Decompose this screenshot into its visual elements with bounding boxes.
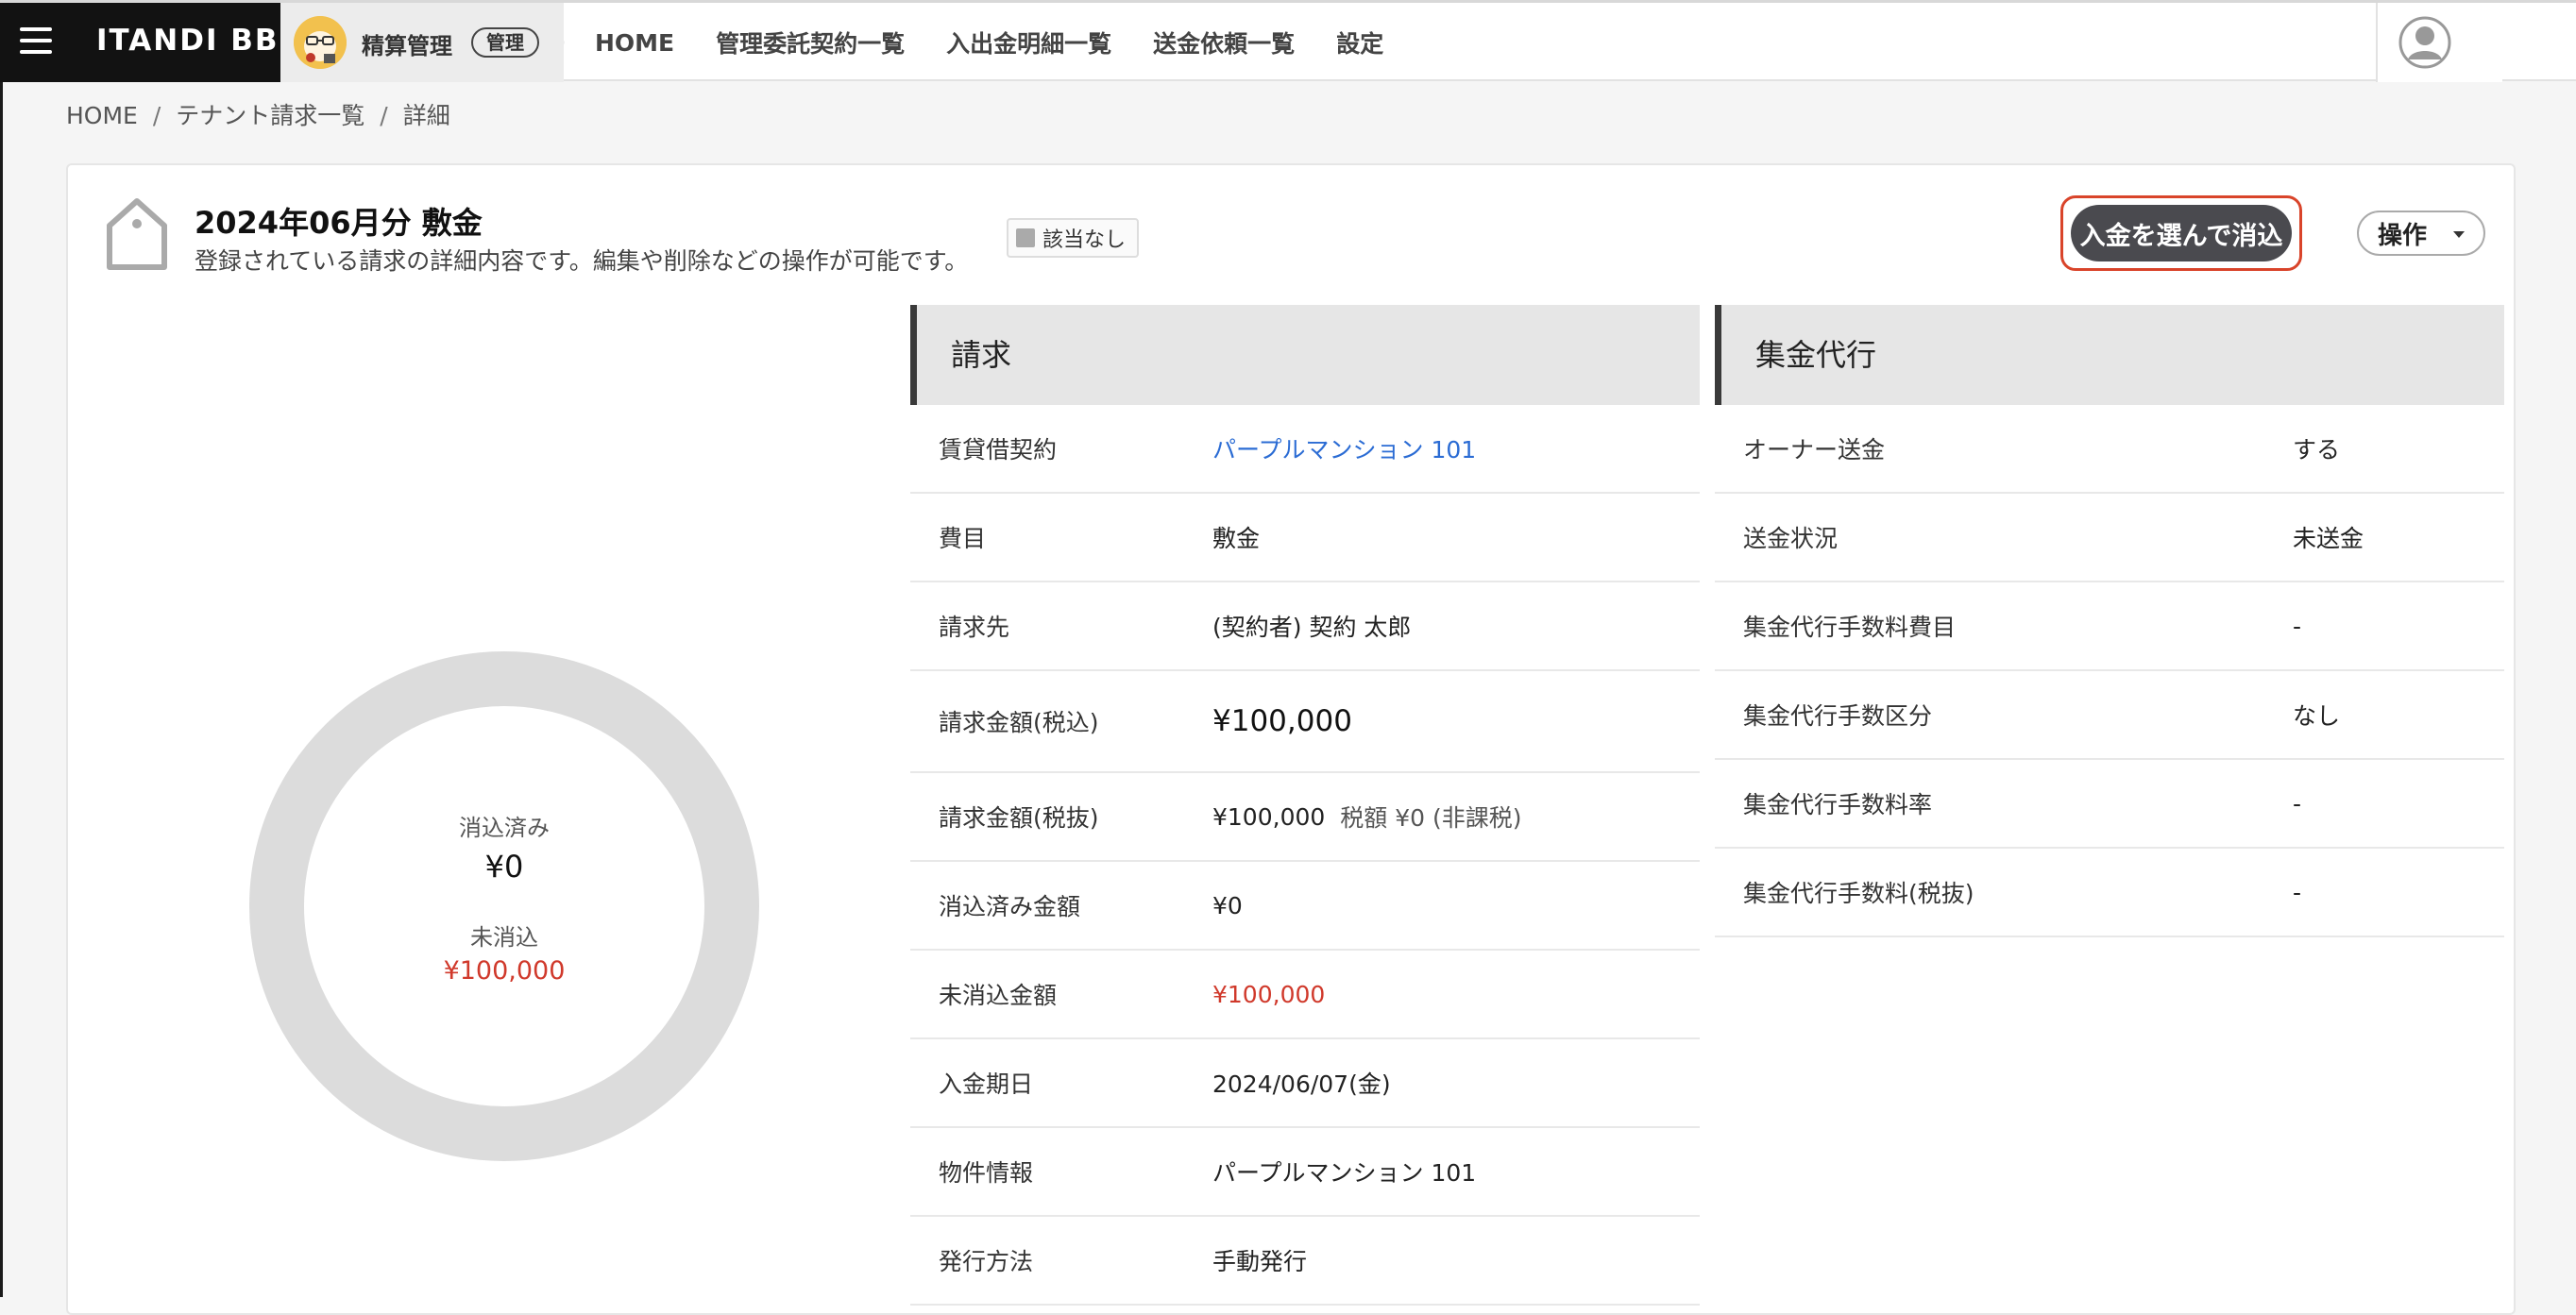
hamburger-menu-icon[interactable] bbox=[17, 24, 55, 58]
bill-detail-card: 2024年06月分 敷金 登録されている請求の詳細内容です。編集や削除などの操作… bbox=[66, 163, 2516, 1315]
billing-row: 請求先 (契約者) 契約 太郎 bbox=[910, 582, 1700, 671]
row-label: 集金代行手数区分 bbox=[1743, 702, 1933, 730]
collection-row: オーナー送金 する bbox=[1715, 405, 2504, 494]
collection-row: 集金代行手数料費目 - bbox=[1715, 582, 2504, 671]
window-edge bbox=[0, 0, 3, 1297]
row-value: ¥0 bbox=[1212, 891, 1243, 919]
billing-panel: 請求 賃貸借契約 パープルマンション 101 費目 敷金 請求先 (契約者) 契… bbox=[910, 305, 1700, 1306]
billing-row: 賃貸借契約 パープルマンション 101 bbox=[910, 405, 1700, 494]
row-value: - bbox=[2293, 789, 2302, 818]
page-title: 2024年06月分 敷金 bbox=[195, 205, 483, 241]
uncleared-amount: ¥100,000 bbox=[443, 956, 566, 986]
billing-row: 発行方法 手動発行 bbox=[910, 1217, 1700, 1306]
billing-panel-title: 請求 bbox=[910, 305, 1700, 405]
billing-row: 未消込金額 ¥100,000 bbox=[910, 951, 1700, 1039]
user-avatar-icon[interactable] bbox=[2398, 16, 2451, 69]
page-description: 登録されている請求の詳細内容です。編集や削除などの操作が可能です。 bbox=[195, 247, 969, 275]
uncleared-label: 未消込 bbox=[470, 924, 538, 951]
row-label: オーナー送金 bbox=[1743, 436, 1886, 464]
billing-row: 消込済み金額 ¥0 bbox=[910, 862, 1700, 951]
row-label: 集金代行手数料(税抜) bbox=[1743, 880, 1974, 907]
operations-label: 操作 bbox=[2378, 221, 2428, 250]
collection-row: 集金代行手数料(税抜) - bbox=[1715, 849, 2504, 937]
status-square-icon bbox=[1016, 228, 1035, 247]
row-value: 敷金 bbox=[1212, 525, 1261, 552]
app-name: 精算管理 bbox=[362, 33, 452, 59]
row-value: 未送金 bbox=[2293, 525, 2364, 552]
collection-panel: 集金代行 オーナー送金 する 送金状況 未送金 集金代行手数料費目 - 集金代行… bbox=[1715, 305, 2504, 937]
primary-button-highlight: 入金を選んで消込 bbox=[2060, 195, 2302, 271]
app-switcher[interactable]: 精算管理 管理 bbox=[280, 3, 564, 82]
billing-row: 費目 敷金 bbox=[910, 494, 1700, 582]
billing-row: 請求金額(税込) ¥100,000 bbox=[910, 671, 1700, 773]
row-label: 物件情報 bbox=[939, 1159, 1034, 1187]
caret-down-icon bbox=[2453, 231, 2465, 238]
cleared-label: 消込済み bbox=[459, 815, 550, 841]
breadcrumb-current: 詳細 bbox=[402, 102, 450, 129]
row-label: 発行方法 bbox=[939, 1248, 1034, 1275]
main-nav-links: HOME 管理委託契約一覧 入出金明細一覧 送金依頼一覧 設定 bbox=[595, 3, 1425, 82]
nav-link-transactions[interactable]: 入出金明細一覧 bbox=[946, 25, 1111, 59]
row-label: 入金期日 bbox=[939, 1071, 1034, 1098]
operations-dropdown-button[interactable]: 操作 bbox=[2357, 211, 2485, 256]
uncleared-amount-value: ¥100,000 bbox=[1212, 980, 1326, 1008]
row-value: 手動発行 bbox=[1212, 1248, 1308, 1275]
collection-panel-title: 集金代行 bbox=[1715, 305, 2504, 405]
nav-link-management-contracts[interactable]: 管理委託契約一覧 bbox=[716, 25, 905, 59]
billing-amount-total: ¥100,000 bbox=[1212, 704, 1352, 738]
nav-link-remittance-requests[interactable]: 送金依頼一覧 bbox=[1153, 25, 1295, 59]
row-value: 2024/06/07(金) bbox=[1212, 1071, 1391, 1098]
tax-note: 税額 ¥0 (非課税) bbox=[1340, 804, 1522, 832]
collection-row: 集金代行手数区分 なし bbox=[1715, 671, 2504, 760]
tag-icon bbox=[107, 198, 167, 270]
breadcrumb-tenant-bills[interactable]: テナント請求一覧 bbox=[176, 102, 364, 129]
row-value: なし bbox=[2293, 702, 2341, 730]
row-label: 集金代行手数料費目 bbox=[1743, 614, 1957, 641]
row-label: 消込済み金額 bbox=[939, 893, 1081, 920]
row-label: 未消込金額 bbox=[939, 982, 1058, 1009]
cleared-amount: ¥0 bbox=[484, 849, 524, 885]
row-label: 費目 bbox=[939, 525, 987, 552]
row-value: (契約者) 契約 太郎 bbox=[1212, 614, 1412, 641]
clearing-donut-chart bbox=[249, 651, 759, 1161]
row-value: - bbox=[2293, 612, 2302, 640]
lease-contract-link[interactable]: パープルマンション 101 bbox=[1212, 405, 1476, 492]
itandi-logo[interactable]: ITANDI BB bbox=[96, 24, 280, 58]
billing-row: 物件情報 パープルマンション 101 bbox=[910, 1128, 1700, 1217]
row-value: パープルマンション 101 bbox=[1212, 1159, 1477, 1187]
billing-row: 入金期日 2024/06/07(金) bbox=[910, 1039, 1700, 1128]
top-nav: ITANDI BB 精算管理 管理 HOME 管理委託契約一覧 入出金明細一覧 … bbox=[0, 0, 2576, 82]
status-badge-label: 該当なし bbox=[1042, 228, 1127, 252]
breadcrumb: HOME / テナント請求一覧 / 詳細 bbox=[66, 102, 450, 129]
app-chevron-shape bbox=[548, 3, 565, 82]
row-label: 請求金額(税抜) bbox=[939, 804, 1099, 832]
status-badge: 該当なし bbox=[1007, 218, 1140, 258]
brand-area: ITANDI BB bbox=[0, 3, 280, 82]
row-label: 請求金額(税込) bbox=[939, 709, 1099, 736]
row-value: ¥100,000 bbox=[1212, 802, 1326, 831]
billing-row: 請求金額(税抜) ¥100,000 税額 ¥0 (非課税) bbox=[910, 773, 1700, 862]
user-menu[interactable] bbox=[2376, 3, 2502, 82]
row-label: 集金代行手数料率 bbox=[1743, 791, 1933, 818]
row-value: - bbox=[2293, 878, 2302, 906]
nav-link-home[interactable]: HOME bbox=[595, 29, 674, 57]
app-mascot-icon bbox=[294, 16, 347, 69]
row-label: 請求先 bbox=[939, 614, 1010, 641]
collection-row: 集金代行手数料率 - bbox=[1715, 760, 2504, 849]
collection-row: 送金状況 未送金 bbox=[1715, 494, 2504, 582]
select-payment-clear-button[interactable]: 入金を選んで消込 bbox=[2071, 205, 2292, 261]
row-label: 送金状況 bbox=[1743, 525, 1839, 552]
donut-track bbox=[249, 651, 759, 1161]
row-label: 賃貸借契約 bbox=[939, 436, 1058, 464]
app-role-badge: 管理 bbox=[471, 27, 539, 58]
breadcrumb-home[interactable]: HOME bbox=[66, 102, 138, 129]
nav-link-settings[interactable]: 設定 bbox=[1336, 25, 1383, 59]
row-value: する bbox=[2293, 436, 2341, 464]
